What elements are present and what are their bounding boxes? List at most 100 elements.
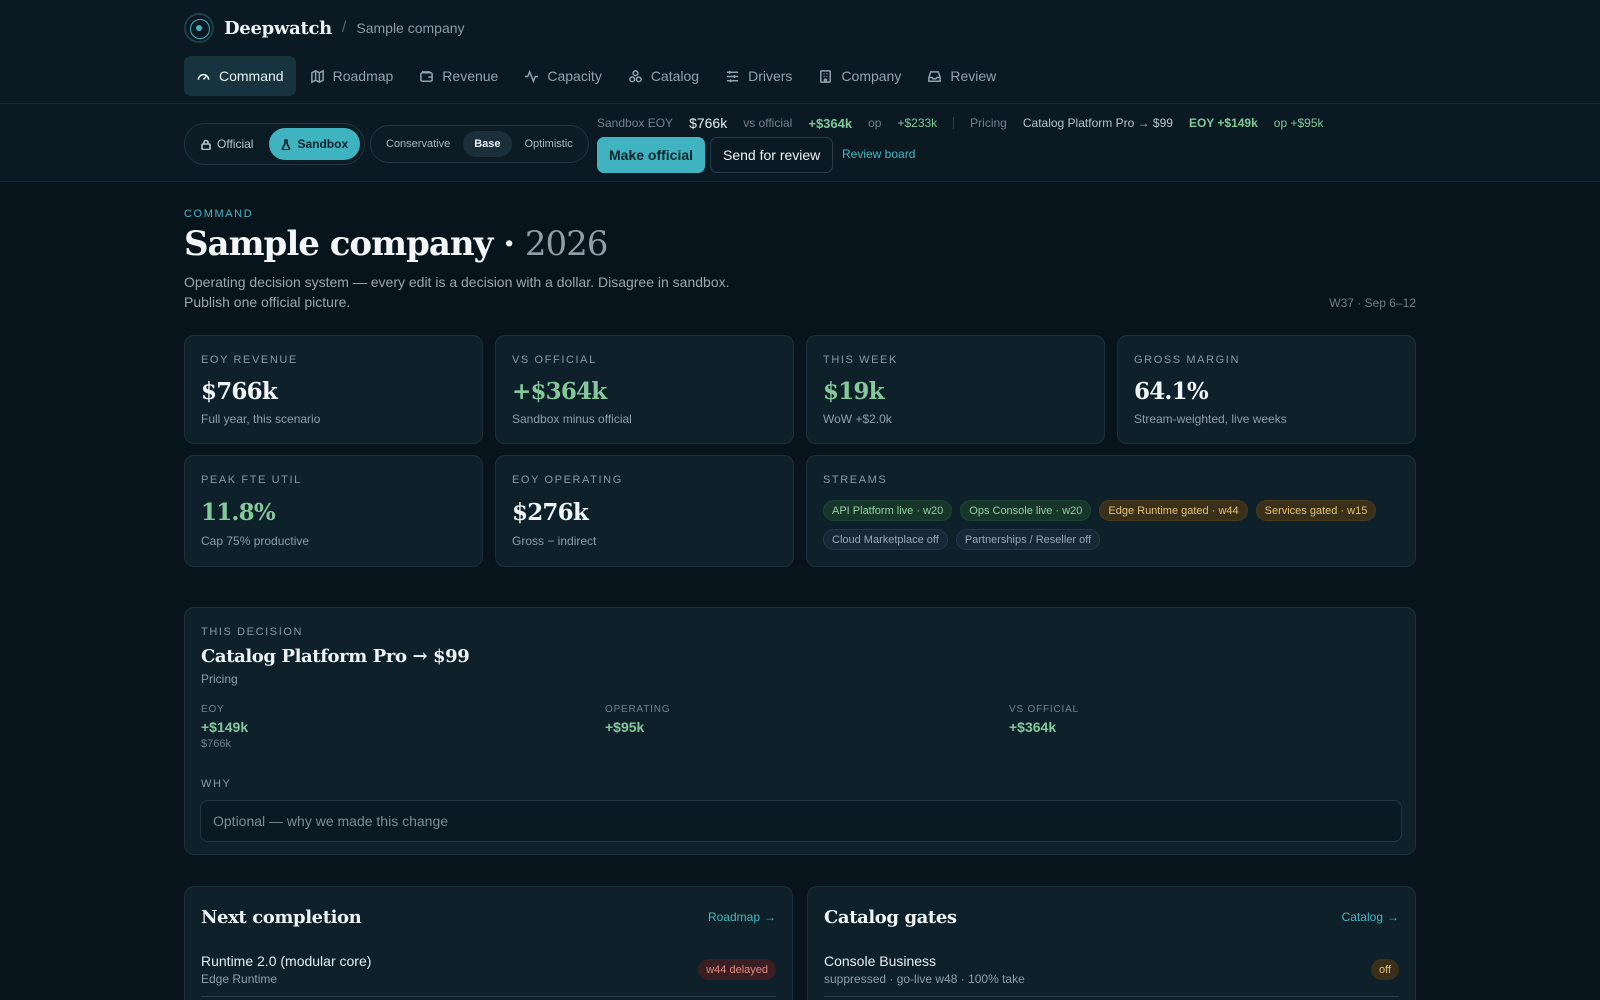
decision-metric-vs-official: VS OFFICIAL +$364k bbox=[1009, 704, 1079, 735]
decision-category: Pricing bbox=[201, 672, 238, 686]
list-item[interactable]: Runtime 2.0 (modular core) Edge Runtime … bbox=[201, 953, 776, 997]
op-value: +$233k bbox=[897, 116, 938, 130]
roadmap-link[interactable]: Roadmap → bbox=[708, 910, 776, 924]
nav-tab-capacity[interactable]: Capacity bbox=[512, 56, 613, 96]
page-subtitle: Operating decision system — every edit i… bbox=[184, 274, 730, 310]
summary-divider bbox=[953, 117, 955, 129]
kpi-label: PEAK FTE UTIL bbox=[201, 474, 302, 486]
decision-eyebrow: THIS DECISION bbox=[201, 626, 304, 638]
company-name[interactable]: Sample company bbox=[356, 20, 464, 36]
review-board-link[interactable]: Review board bbox=[842, 147, 915, 161]
kpi-sub: Cap 75% productive bbox=[201, 534, 310, 548]
panel-title: Next completion bbox=[201, 907, 362, 928]
metric-label: EOY bbox=[201, 704, 225, 715]
case-optimistic-button[interactable]: Optimistic bbox=[514, 131, 584, 157]
kpi-card-this-week: THIS WEEK $19k WoW +$2.0k bbox=[806, 335, 1105, 444]
page-title-company: Sample company · bbox=[184, 224, 515, 264]
page-eyebrow: COMMAND bbox=[184, 208, 254, 220]
sandbox-eoy-label: Sandbox EOY bbox=[597, 116, 674, 130]
stream-tag[interactable]: Ops Console live · w20 bbox=[960, 500, 1092, 521]
catalog-gates-panel: Catalog gates Catalog → Console Business… bbox=[807, 886, 1416, 1000]
catalog-link-label: Catalog bbox=[1341, 910, 1383, 924]
stream-tag[interactable]: Partnerships / Reseller off bbox=[955, 529, 1101, 550]
decision-card: THIS DECISION Catalog Platform Pro → $99… bbox=[184, 607, 1416, 855]
make-official-button[interactable]: Make official bbox=[597, 137, 706, 173]
nav-label: Drivers bbox=[748, 68, 793, 84]
nav-tab-revenue[interactable]: Revenue bbox=[407, 56, 510, 96]
stream-tags: API Platform live · w20 Ops Console live… bbox=[823, 500, 1399, 550]
item-sub: Edge Runtime bbox=[201, 972, 278, 986]
case-base-button[interactable]: Base bbox=[463, 131, 512, 157]
nav-label: Roadmap bbox=[332, 68, 394, 84]
kpi-sub: Gross − indirect bbox=[512, 534, 597, 548]
send-for-review-button[interactable]: Send for review bbox=[710, 137, 834, 173]
week-label: W37 · Sep 6–12 bbox=[1329, 296, 1416, 310]
nav-label: Command bbox=[219, 68, 284, 84]
sandbox-eoy-value: $766k bbox=[689, 115, 728, 131]
mode-toggle: Official Sandbox bbox=[184, 123, 366, 165]
main-nav: Command Roadmap Revenue Capacity Catalog… bbox=[184, 56, 1008, 96]
decision-metric-operating: OPERATING +$95k bbox=[605, 704, 670, 735]
decision-metric-eoy: EOY +$149k $766k bbox=[201, 704, 248, 750]
streams-label: STREAMS bbox=[823, 474, 888, 486]
kpi-value: $766k bbox=[201, 378, 278, 405]
kpi-label: THIS WEEK bbox=[823, 354, 898, 366]
kpi-label: VS OFFICIAL bbox=[512, 354, 597, 366]
app-name: Deepwatch bbox=[224, 17, 332, 39]
brand[interactable]: Deepwatch / Sample company bbox=[184, 12, 465, 44]
activity-icon bbox=[524, 69, 539, 84]
item-title: Runtime 2.0 (modular core) bbox=[201, 953, 372, 969]
catalog-link[interactable]: Catalog → bbox=[1342, 910, 1399, 924]
kpi-card-peak-fte-util: PEAK FTE UTIL 11.8% Cap 75% productive bbox=[184, 455, 483, 567]
decision-title: Catalog Platform Pro → $99 bbox=[201, 646, 470, 667]
lock-icon bbox=[201, 139, 211, 150]
nav-tab-roadmap[interactable]: Roadmap bbox=[298, 56, 406, 96]
kpi-card-eoy-operating: EOY OPERATING $276k Gross − indirect bbox=[495, 455, 794, 567]
why-input[interactable] bbox=[200, 800, 1402, 842]
why-label: WHY bbox=[201, 778, 232, 790]
kpi-sub: Sandbox minus official bbox=[512, 412, 632, 426]
nav-tab-command[interactable]: Command bbox=[184, 56, 296, 96]
page-title: Sample company · 2026 bbox=[184, 224, 609, 264]
vs-official-value: +$364k bbox=[808, 115, 853, 131]
case-conservative-button[interactable]: Conservative bbox=[375, 131, 461, 157]
kpi-value: 11.8% bbox=[201, 499, 276, 526]
kpi-card-eoy-revenue: EOY REVENUE $766k Full year, this scenar… bbox=[184, 335, 483, 444]
metric-value: +$95k bbox=[605, 719, 645, 735]
mode-official-button[interactable]: Official bbox=[189, 128, 265, 160]
nav-tab-review[interactable]: Review bbox=[915, 56, 1008, 96]
metric-value: +$149k bbox=[201, 719, 249, 735]
stream-tag[interactable]: Edge Runtime gated · w44 bbox=[1099, 500, 1248, 521]
nav-label: Capacity bbox=[547, 68, 602, 84]
breadcrumb-separator: / bbox=[341, 19, 347, 36]
nav-tab-drivers[interactable]: Drivers bbox=[713, 56, 804, 96]
list-item[interactable]: Console Business suppressed · go-live w4… bbox=[824, 953, 1399, 997]
kpi-label: EOY OPERATING bbox=[512, 474, 623, 486]
wallet-icon bbox=[419, 69, 434, 84]
top-bar: Deepwatch / Sample company Command Roadm… bbox=[0, 0, 1600, 104]
kpi-label: EOY REVENUE bbox=[201, 354, 298, 366]
nav-label: Revenue bbox=[442, 68, 499, 84]
nav-tab-company[interactable]: Company bbox=[806, 56, 913, 96]
radar-logo-icon bbox=[184, 13, 214, 43]
stream-tag[interactable]: Services gated · w15 bbox=[1255, 500, 1377, 521]
mode-sandbox-button[interactable]: Sandbox bbox=[269, 128, 361, 160]
sliders-icon bbox=[725, 69, 740, 84]
boxes-icon bbox=[628, 69, 643, 84]
nav-tab-catalog[interactable]: Catalog bbox=[616, 56, 711, 96]
stream-tag[interactable]: Cloud Marketplace off bbox=[823, 529, 948, 550]
kpi-label: GROSS MARGIN bbox=[1134, 354, 1240, 366]
metric-sub: $766k bbox=[201, 738, 231, 750]
item-sub: suppressed · go-live w48 · 100% take bbox=[824, 972, 1025, 986]
arrow-right-icon: → bbox=[1387, 910, 1399, 924]
page-title-year: 2026 bbox=[524, 224, 609, 264]
metric-label: VS OFFICIAL bbox=[1009, 704, 1079, 715]
building-icon bbox=[818, 69, 833, 84]
pricing-label: Pricing bbox=[970, 116, 1007, 130]
status-badge: off bbox=[1370, 959, 1399, 980]
kpi-value: 64.1% bbox=[1134, 378, 1209, 405]
vs-official-label: vs official bbox=[743, 116, 793, 130]
stream-tag[interactable]: API Platform live · w20 bbox=[823, 500, 953, 521]
eoy-delta: EOY +$149k bbox=[1188, 116, 1258, 130]
status-badge: w44 delayed bbox=[698, 959, 776, 980]
